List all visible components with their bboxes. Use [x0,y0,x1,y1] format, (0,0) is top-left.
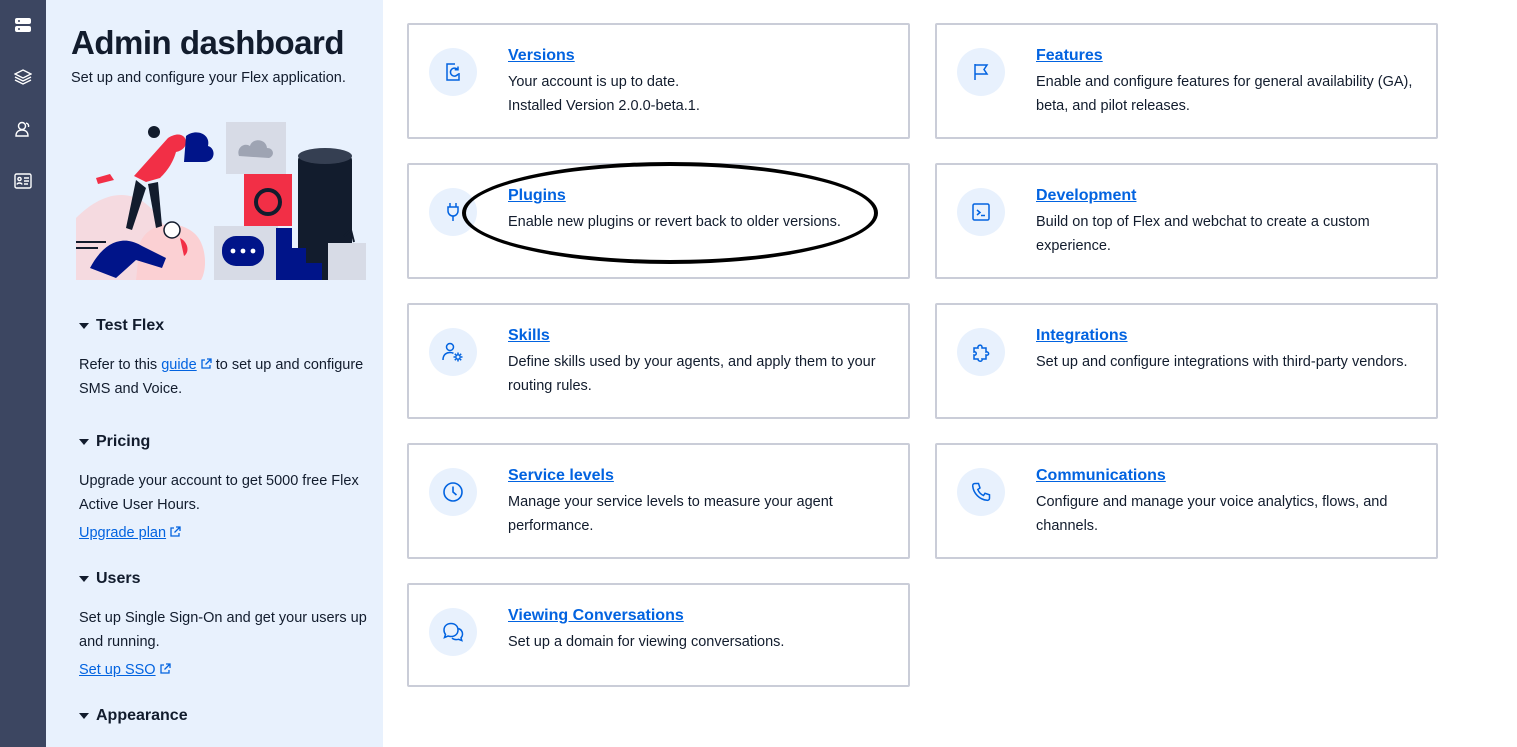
user-gear-icon [429,328,477,376]
section-heading: Users [96,570,141,587]
card-versions: Versions Your account is up to date. Ins… [407,23,910,139]
caret-down-icon [79,576,89,582]
caret-down-icon [79,713,89,719]
dashboard-illustration [76,122,366,280]
card-description: Enable and configure features for genera… [1036,74,1413,114]
card-title-link[interactable]: Features [1036,47,1103,65]
card-description: Enable new plugins or revert back to old… [508,214,841,230]
phone-icon [957,468,1005,516]
puzzle-icon [957,328,1005,376]
section-toggle-appearance[interactable]: Appearance [79,705,369,727]
users-icon[interactable] [8,114,38,144]
card-description: Manage your service levels to measure yo… [508,494,833,534]
external-link-icon [201,358,212,369]
card-description: Configure and manage your voice analytic… [1036,494,1388,534]
layers-icon[interactable] [8,62,38,92]
card-title-link[interactable]: Communications [1036,467,1166,485]
admin-card-icon[interactable] [8,166,38,196]
card-title-link[interactable]: Plugins [508,187,566,205]
card-skills: Skills Define skills used by your agents… [407,303,910,419]
nav-rail [0,0,46,747]
card-plugins: Plugins Enable new plugins or revert bac… [407,163,910,279]
section-toggle-test-flex[interactable]: Test Flex [79,315,369,337]
external-link-icon [170,526,181,537]
terminal-icon [957,188,1005,236]
section-text-before: Refer to this [79,357,162,373]
card-description: Define skills used by your agents, and a… [508,354,876,394]
upgrade-plan-link[interactable]: Upgrade plan [79,525,166,541]
card-title-link[interactable]: Integrations [1036,327,1128,345]
chat-bubbles-icon [429,608,477,656]
installed-version: Installed Version 2.0.0-beta.1. [508,98,700,114]
section-toggle-users[interactable]: Users [79,568,369,590]
card-service-levels: Service levels Manage your service level… [407,443,910,559]
section-test-flex: Test Flex Refer to this guide to set up … [79,315,369,401]
card-description: Set up and configure integrations with t… [1036,354,1408,370]
card-integrations: Integrations Set up and configure integr… [935,303,1438,419]
card-title-link[interactable]: Development [1036,187,1136,205]
card-title-link[interactable]: Versions [508,47,575,65]
card-description: Set up a domain for viewing conversation… [508,634,785,650]
plug-icon [429,188,477,236]
section-toggle-pricing[interactable]: Pricing [79,431,369,453]
users-text: Set up Single Sign-On and get your users… [79,610,367,650]
section-users: Users Set up Single Sign-On and get your… [79,568,369,682]
card-features: Features Enable and configure features f… [935,23,1438,139]
card-title-link[interactable]: Service levels [508,467,614,485]
section-heading: Pricing [96,433,151,450]
external-link-icon [159,663,171,674]
page-subtitle: Set up and configure your Flex applicati… [71,70,346,86]
section-text: Set up Single Sign-On and get your users… [79,606,369,682]
caret-down-icon [79,439,89,445]
card-description: Build on top of Flex and webchat to crea… [1036,214,1370,254]
card-viewing-conversations: Viewing Conversations Set up a domain fo… [407,583,910,687]
server-icon[interactable] [8,10,38,40]
page-title: Admin dashboard [71,24,345,61]
guide-link[interactable]: guide [161,357,196,373]
clock-icon [429,468,477,516]
pricing-text: Upgrade your account to get 5000 free Fl… [79,473,359,513]
section-heading: Test Flex [96,317,165,334]
section-text: Upgrade your account to get 5000 free Fl… [79,469,369,545]
section-pricing: Pricing Upgrade your account to get 5000… [79,431,369,545]
card-communications: Communications Configure and manage your… [935,443,1438,559]
card-description-line: Your account is up to date. [508,74,680,90]
section-text: Refer to this guide to set up and config… [79,353,369,401]
caret-down-icon [79,323,89,329]
flag-icon [957,48,1005,96]
card-title-link[interactable]: Viewing Conversations [508,607,684,625]
card-development: Development Build on top of Flex and web… [935,163,1438,279]
card-description: Your account is up to date. Installed Ve… [508,70,903,118]
set-up-sso-link[interactable]: Set up SSO [79,662,156,678]
section-appearance: Appearance [79,705,369,727]
info-panel: Admin dashboard Set up and configure you… [46,0,383,747]
refresh-icon [429,48,477,96]
card-title-link[interactable]: Skills [508,327,550,345]
section-heading: Appearance [96,707,188,724]
